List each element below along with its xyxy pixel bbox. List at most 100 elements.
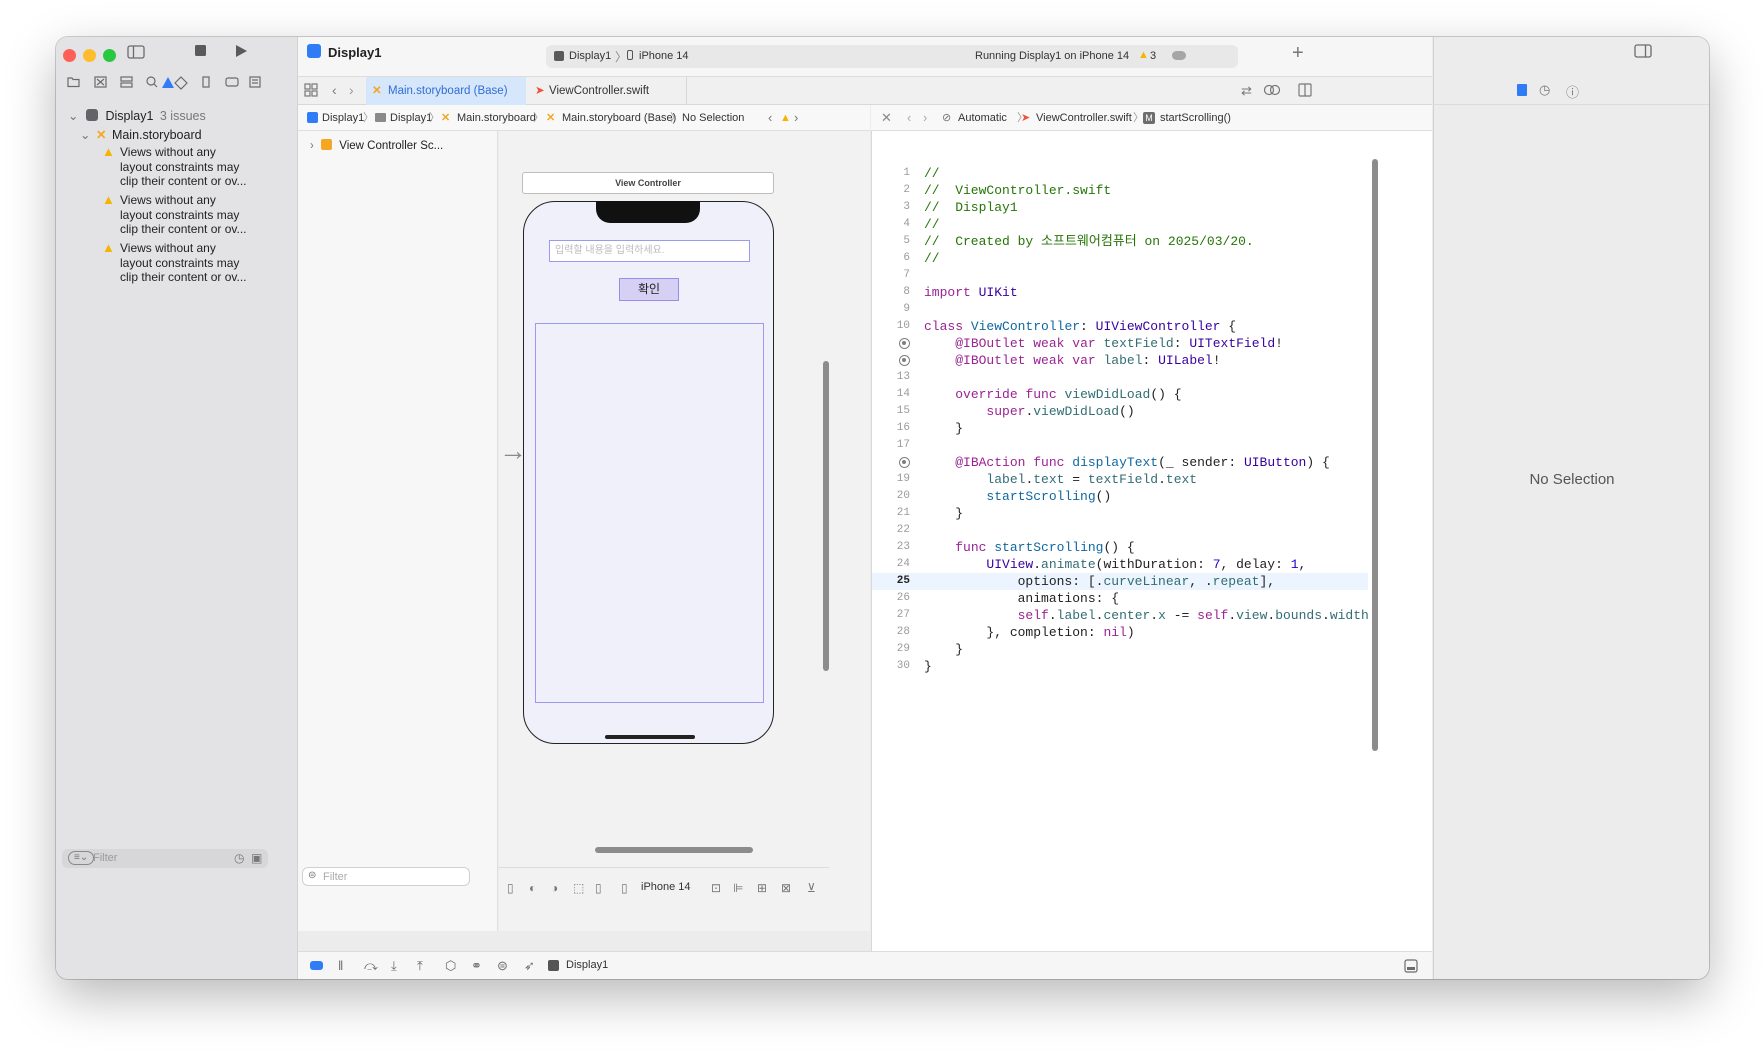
close-icon[interactable]: ✕ [881, 105, 892, 131]
minimize-window-button[interactable] [83, 49, 96, 62]
breakpoints-toggle-icon[interactable] [310, 961, 323, 970]
horizontal-scrollbar[interactable] [595, 847, 753, 853]
refresh-icon[interactable]: ⇄ [1241, 83, 1252, 99]
tab-viewcontroller-swift[interactable]: ➤ ViewController.swift [527, 77, 687, 105]
scheme-target[interactable]: Display1 [569, 50, 611, 62]
warning-count[interactable]: 3 [1150, 50, 1156, 62]
previous-issue-icon[interactable]: ‹ [768, 105, 772, 131]
code-line[interactable]: animations: { [924, 590, 1464, 607]
filter-scope-icon[interactable]: ▣ [251, 851, 262, 865]
storyboard-canvas[interactable]: → View Controller 입력할 내용을 입력하세요. 확인 ▯ ◐ … [499, 131, 870, 931]
inspector-toggle-icon[interactable] [1634, 44, 1652, 58]
filter-options-icon[interactable]: ≡⌄ [68, 851, 95, 865]
outlet-connection-icon[interactable] [899, 355, 910, 366]
code-line[interactable]: class ViewController: UIViewController { [924, 318, 1464, 335]
adjust-editor-icon[interactable] [1264, 83, 1280, 97]
document-outline-toggle-icon[interactable]: ▯ [507, 881, 514, 895]
console-toggle-icon[interactable] [1404, 959, 1418, 973]
code-line[interactable]: } [924, 658, 1464, 675]
code-line[interactable] [924, 522, 1464, 539]
navigator-filter-field[interactable]: ≡⌄ Filter ◷ ▣ [62, 849, 268, 868]
tab-main-storyboard[interactable]: ✕ Main.storyboard (Base) [366, 77, 526, 105]
step-out-icon[interactable]: ⤒ [417, 959, 423, 973]
code-line[interactable]: }, completion: nil) [924, 624, 1464, 641]
help-inspector-icon[interactable]: ⓘ [1566, 82, 1579, 101]
recent-files-icon[interactable]: ◷ [234, 851, 244, 865]
code-line[interactable]: // [924, 216, 1464, 233]
iphone-icon[interactable]: ▯ [621, 881, 628, 895]
code-line[interactable]: // Created by 소프트웨어컴퓨터 on 2025/03/20. [924, 233, 1464, 250]
grid-icon[interactable] [304, 83, 318, 97]
next-issue-icon[interactable]: › [794, 105, 798, 131]
zoom-fit-icon[interactable]: ⊡ [711, 881, 721, 895]
code-line[interactable]: @IBOutlet weak var label: UILabel! [924, 352, 1464, 369]
code-line[interactable]: @IBAction func displayText(_ sender: UIB… [924, 454, 1464, 471]
vertical-scrollbar[interactable] [1372, 159, 1378, 751]
appearance-icon[interactable]: ◐ [529, 881, 536, 895]
code-line[interactable]: } [924, 505, 1464, 522]
chevron-right-icon[interactable]: › [310, 140, 314, 152]
back-icon[interactable]: ‹ [332, 82, 337, 98]
code-line[interactable]: import UIKit [924, 284, 1464, 301]
history-inspector-icon[interactable]: ◷ [1539, 82, 1550, 98]
project-tree-root[interactable]: ⌄ Display1 3 issues [68, 107, 206, 125]
device-label[interactable]: iPhone 14 [641, 881, 691, 893]
code-line[interactable]: label.text = textField.text [924, 471, 1464, 488]
code-line[interactable]: options: [.curveLinear, .repeat], [924, 573, 1464, 590]
code-line[interactable]: // ViewController.swift [924, 182, 1464, 199]
scheme-device[interactable]: iPhone 14 [639, 50, 689, 62]
memory-graph-icon[interactable]: ⚭ [471, 959, 482, 973]
forward-icon[interactable]: › [923, 105, 927, 131]
code-line[interactable]: // [924, 250, 1464, 267]
chevron-down-icon[interactable]: ⌄ [80, 128, 90, 142]
breadcrumb-item[interactable]: Main.storyboard [457, 105, 536, 131]
forward-icon[interactable]: › [349, 82, 354, 98]
code-area[interactable]: 1//2// ViewController.swift 3// Display1 4… [872, 157, 1412, 837]
code-line[interactable]: override func viewDidLoad() { [924, 386, 1464, 403]
breadcrumb-item[interactable]: Display1 [390, 105, 432, 131]
code-line[interactable]: } [924, 641, 1464, 658]
label-view[interactable] [535, 323, 764, 703]
code-line[interactable]: } [924, 420, 1464, 437]
breadcrumb-item[interactable]: No Selection [682, 105, 744, 131]
outline-filter-field[interactable]: ⊜ Filter [302, 867, 470, 886]
add-icon[interactable]: + [1292, 43, 1304, 63]
outlet-connection-icon[interactable] [899, 457, 910, 468]
breadcrumb-item[interactable]: startScrolling() [1160, 105, 1231, 131]
outlet-connection-icon[interactable] [899, 338, 910, 349]
code-line[interactable]: // Display1 [924, 199, 1464, 216]
chevron-down-icon[interactable]: ⌄ [68, 109, 78, 123]
accessibility-icon[interactable]: ◑ [551, 881, 558, 895]
scene-title-bar[interactable]: View Controller [522, 172, 774, 194]
orientation-icon[interactable]: ⬚ [573, 881, 584, 895]
resolve-issues-icon[interactable]: ⊠ [781, 881, 791, 895]
file-storyboard[interactable]: ⌄ ✕ Main.storyboard [80, 126, 202, 144]
view-hierarchy-icon[interactable]: ⬡ [445, 959, 456, 973]
vertical-scrollbar[interactable] [823, 361, 829, 671]
pin-icon[interactable]: ⊞ [757, 881, 767, 895]
step-over-icon[interactable]: ⤼ [364, 959, 378, 973]
back-icon[interactable]: ‹ [907, 105, 911, 131]
related-items-icon[interactable]: ⊘ [942, 105, 951, 131]
code-line[interactable] [924, 301, 1464, 318]
file-inspector-icon[interactable] [1517, 84, 1527, 96]
code-line[interactable]: @IBOutlet weak var textField: UITextFiel… [924, 335, 1464, 352]
source-editor[interactable]: 1//2// ViewController.swift 3// Display1 4… [871, 131, 1432, 951]
breadcrumb-item[interactable]: Display1 [322, 105, 364, 131]
iphone-frame[interactable]: 입력할 내용을 입력하세요. 확인 [523, 201, 774, 744]
code-line[interactable] [924, 437, 1464, 454]
environment-icon[interactable]: ⊜ [497, 959, 508, 973]
add-editor-icon[interactable] [1298, 83, 1312, 97]
warning-icon[interactable]: ▲ [780, 105, 791, 131]
code-line[interactable] [924, 369, 1464, 386]
code-line[interactable]: self.label.center.x -= self.view.bounds.… [924, 607, 1464, 624]
code-line[interactable]: super.viewDidLoad() [924, 403, 1464, 420]
outline-item-scene[interactable]: › View Controller Sc... [310, 139, 443, 152]
zoom-window-button[interactable] [103, 49, 116, 62]
breadcrumb-item[interactable]: Automatic [958, 105, 1007, 131]
breadcrumb-item[interactable]: ViewController.swift [1036, 105, 1132, 131]
issue-item[interactable]: ▲ Views without any layout constraints m… [102, 192, 247, 237]
location-icon[interactable]: ➶ [524, 959, 535, 973]
run-icon[interactable] [234, 44, 248, 58]
activity-view[interactable]: Display1 〉 iPhone 14 Running Display1 on… [546, 45, 1238, 68]
